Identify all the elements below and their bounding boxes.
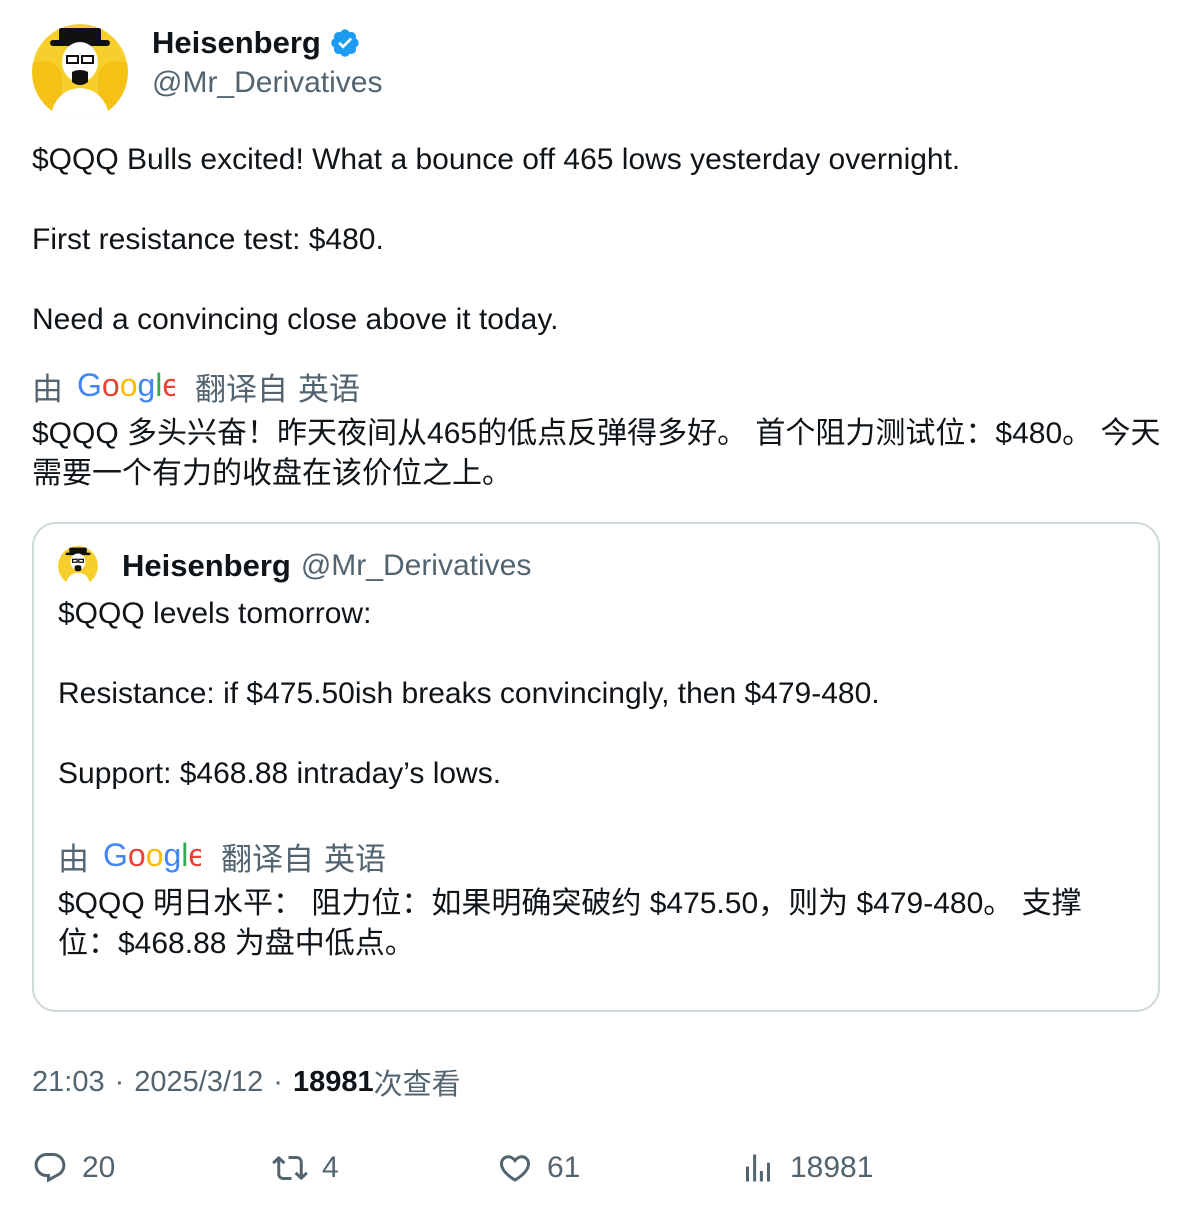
svg-text:Google: Google — [103, 838, 201, 873]
reply-count: 20 — [82, 1151, 116, 1184]
google-logo-icon: Google — [103, 838, 201, 873]
quoted-author-avatar — [58, 546, 98, 586]
tweet-meta: 21:03 · 2025/3/12 · 18981 次查看 — [32, 1062, 461, 1102]
tweet-date[interactable]: 2025/3/12 — [134, 1066, 263, 1099]
tweet-header: Heisenberg @Mr_Derivatives — [32, 24, 383, 120]
translate-source-language: 英语 — [298, 371, 360, 407]
quoted-translation-attribution[interactable]: 由 Google 翻译自 英语 — [58, 836, 386, 877]
views-label: 次查看 — [373, 1069, 461, 1101]
translate-source-language: 英语 — [324, 841, 386, 877]
svg-text:Google: Google — [77, 368, 175, 403]
tweet-actions: 20 4 61 18981 — [0, 1150, 1196, 1194]
reply-icon — [34, 1153, 66, 1183]
tweet-paragraph: First resistance test: $480. — [32, 223, 384, 256]
avatar-image — [58, 546, 98, 586]
author-handle[interactable]: @Mr_Derivatives — [152, 66, 383, 100]
like-button[interactable]: 61 — [497, 1150, 580, 1186]
heart-icon — [499, 1155, 531, 1182]
retweet-count: 4 — [322, 1151, 339, 1184]
quoted-paragraph: Support: $468.88 intraday’s lows. — [58, 757, 502, 790]
tweet-paragraph: $QQQ Bulls excited! What a bounce off 46… — [32, 143, 961, 176]
analytics-icon — [746, 1154, 770, 1182]
quoted-translated-text: $QQQ 明日水平： 阻力位：如果明确突破约 $475.50，则为 $479-4… — [58, 887, 1082, 960]
tweet-paragraph: Need a convincing close above it today. — [32, 303, 559, 336]
views-button[interactable]: 18981 — [740, 1150, 873, 1186]
tweet-text: $QQQ Bulls excited! What a bounce off 46… — [32, 140, 1162, 340]
translate-suffix: 翻译自 — [195, 371, 288, 407]
translation-attribution[interactable]: 由 Google 翻译自 英语 — [32, 366, 360, 407]
quoted-paragraph: Resistance: if $475.50ish breaks convinc… — [58, 677, 880, 710]
views-action-count: 18981 — [790, 1151, 874, 1184]
translated-text: $QQQ 多头兴奋！昨天夜间从465的低点反弹得多好。 首个阻力测试位：$480… — [32, 417, 1161, 490]
translate-prefix: 由 — [58, 841, 89, 877]
quoted-author-handle: @Mr_Derivatives — [300, 549, 532, 582]
meta-separator: · — [273, 1065, 283, 1098]
quoted-tweet[interactable]: Heisenberg @Mr_Derivatives $QQQ levels t… — [32, 522, 1160, 1012]
author-avatar[interactable] — [32, 24, 128, 120]
author-display-name[interactable]: Heisenberg — [152, 25, 321, 61]
quoted-tweet-header: Heisenberg @Mr_Derivatives — [58, 546, 531, 586]
reply-button[interactable]: 20 — [32, 1150, 115, 1186]
translate-suffix: 翻译自 — [221, 841, 314, 877]
quoted-author-display-name: Heisenberg — [122, 548, 291, 583]
avatar-image — [32, 24, 128, 120]
verified-badge-icon — [331, 29, 359, 57]
retweet-button[interactable]: 4 — [272, 1150, 339, 1186]
translate-prefix: 由 — [32, 371, 63, 407]
tweet-time[interactable]: 21:03 — [32, 1066, 105, 1099]
quoted-tweet-text: $QQQ levels tomorrow: Resistance: if $47… — [58, 594, 1138, 794]
google-logo-icon: Google — [77, 368, 175, 403]
retweet-icon — [272, 1155, 308, 1181]
views-count: 18981 — [292, 1065, 374, 1098]
like-count: 61 — [547, 1151, 581, 1184]
quoted-paragraph: $QQQ levels tomorrow: — [58, 597, 372, 630]
meta-separator: · — [114, 1065, 125, 1098]
